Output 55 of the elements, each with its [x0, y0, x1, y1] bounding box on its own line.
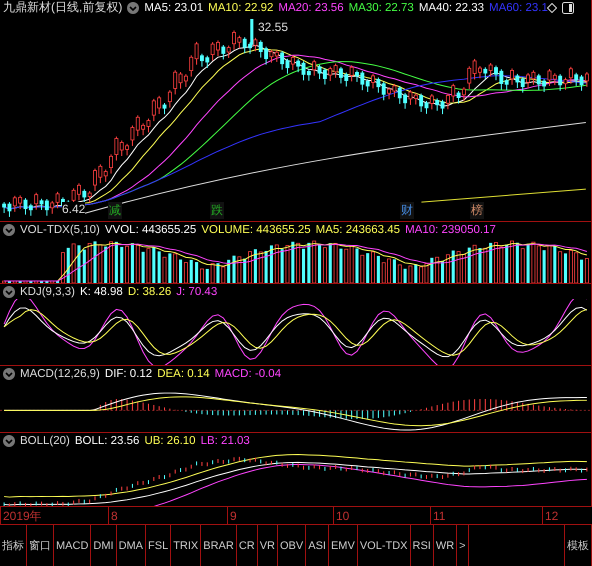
- chevron-down-icon[interactable]: [3, 286, 15, 298]
- chevron-down-icon[interactable]: [3, 434, 15, 446]
- moving-average-value: MA30: 22.73: [348, 2, 414, 14]
- chevron-down-icon[interactable]: [3, 368, 15, 380]
- indicator-name: VOL-TDX(5,10): [20, 224, 100, 236]
- indicator-tab[interactable]: VR: [258, 525, 278, 566]
- template-button[interactable]: 模板: [565, 525, 592, 566]
- indicator-tab[interactable]: VOL-TDX: [358, 525, 410, 566]
- diamond-icon[interactable]: [546, 2, 557, 12]
- indicator-name: MACD(12,26,9): [20, 368, 100, 380]
- indicator-value: DIF: 0.12: [104, 368, 152, 380]
- indicator-name: BOLL(20): [20, 434, 70, 446]
- indicator-tab[interactable]: TRIX: [171, 525, 202, 566]
- indicator-value: D: 38.26: [128, 286, 172, 298]
- indicator-tab[interactable]: >: [457, 525, 469, 566]
- moving-average-value: MA20: 23.56: [278, 2, 344, 14]
- chevron-down-icon[interactable]: [3, 224, 15, 236]
- indicator-value: MA5: 243663.45: [316, 224, 400, 236]
- indicator-tab[interactable]: DMA: [116, 525, 146, 566]
- event-marker[interactable]: 榜: [470, 202, 484, 219]
- event-marker[interactable]: 财: [400, 202, 414, 219]
- indicator-tab[interactable]: 指标: [0, 525, 27, 566]
- moving-average-value: MA60: 23.1: [489, 2, 548, 14]
- moving-average-value: MA40: 22.33: [418, 2, 484, 14]
- indicator-tab[interactable]: ASI: [306, 525, 329, 566]
- indicator-tab[interactable]: WR: [434, 525, 458, 566]
- indicator-tab[interactable]: OBV: [278, 525, 306, 566]
- indicator-value: VVOL: 443655.25: [104, 224, 196, 236]
- high-price-label: 32.55: [258, 20, 288, 34]
- event-marker[interactable]: 跌: [210, 202, 224, 219]
- low-price-label: 6.42: [62, 202, 86, 216]
- indicator-value: LB: 21.03: [200, 434, 250, 446]
- indicator-tab[interactable]: EMV: [328, 525, 358, 566]
- event-marker[interactable]: 减: [108, 202, 122, 219]
- moving-average-value: MA5: 23.01: [144, 2, 204, 14]
- indicator-name: KDJ(9,3,3): [20, 286, 75, 298]
- indicator-value: K: 48.98: [80, 286, 123, 298]
- moving-average-value: MA10: 22.92: [208, 2, 274, 14]
- indicator-value: J: 70.43: [176, 286, 218, 298]
- indicator-value: MACD: -0.04: [214, 368, 282, 380]
- indicator-tab[interactable]: 窗口: [27, 525, 54, 566]
- indicator-value: MA10: 239050.17: [405, 224, 496, 236]
- stock-title: 九鼎新材(日线,前复权): [3, 0, 122, 16]
- indicator-tab[interactable]: BRAR: [201, 525, 237, 566]
- indicator-value: BOLL: 23.56: [74, 434, 140, 446]
- indicator-tab[interactable]: MACD: [54, 525, 92, 566]
- chevron-down-icon[interactable]: [127, 2, 140, 14]
- indicator-tab[interactable]: DMI: [91, 525, 117, 566]
- indicator-tab[interactable]: CR: [236, 525, 258, 566]
- indicator-value: DEA: 0.14: [157, 368, 210, 380]
- indicator-tab[interactable]: RSI: [410, 525, 434, 566]
- indicator-value: VOLUME: 443655.25: [201, 224, 311, 236]
- indicator-tab[interactable]: FSL: [146, 525, 172, 566]
- panel-toggle-icon[interactable]: [562, 2, 574, 14]
- indicator-value: UB: 26.10: [144, 434, 196, 446]
